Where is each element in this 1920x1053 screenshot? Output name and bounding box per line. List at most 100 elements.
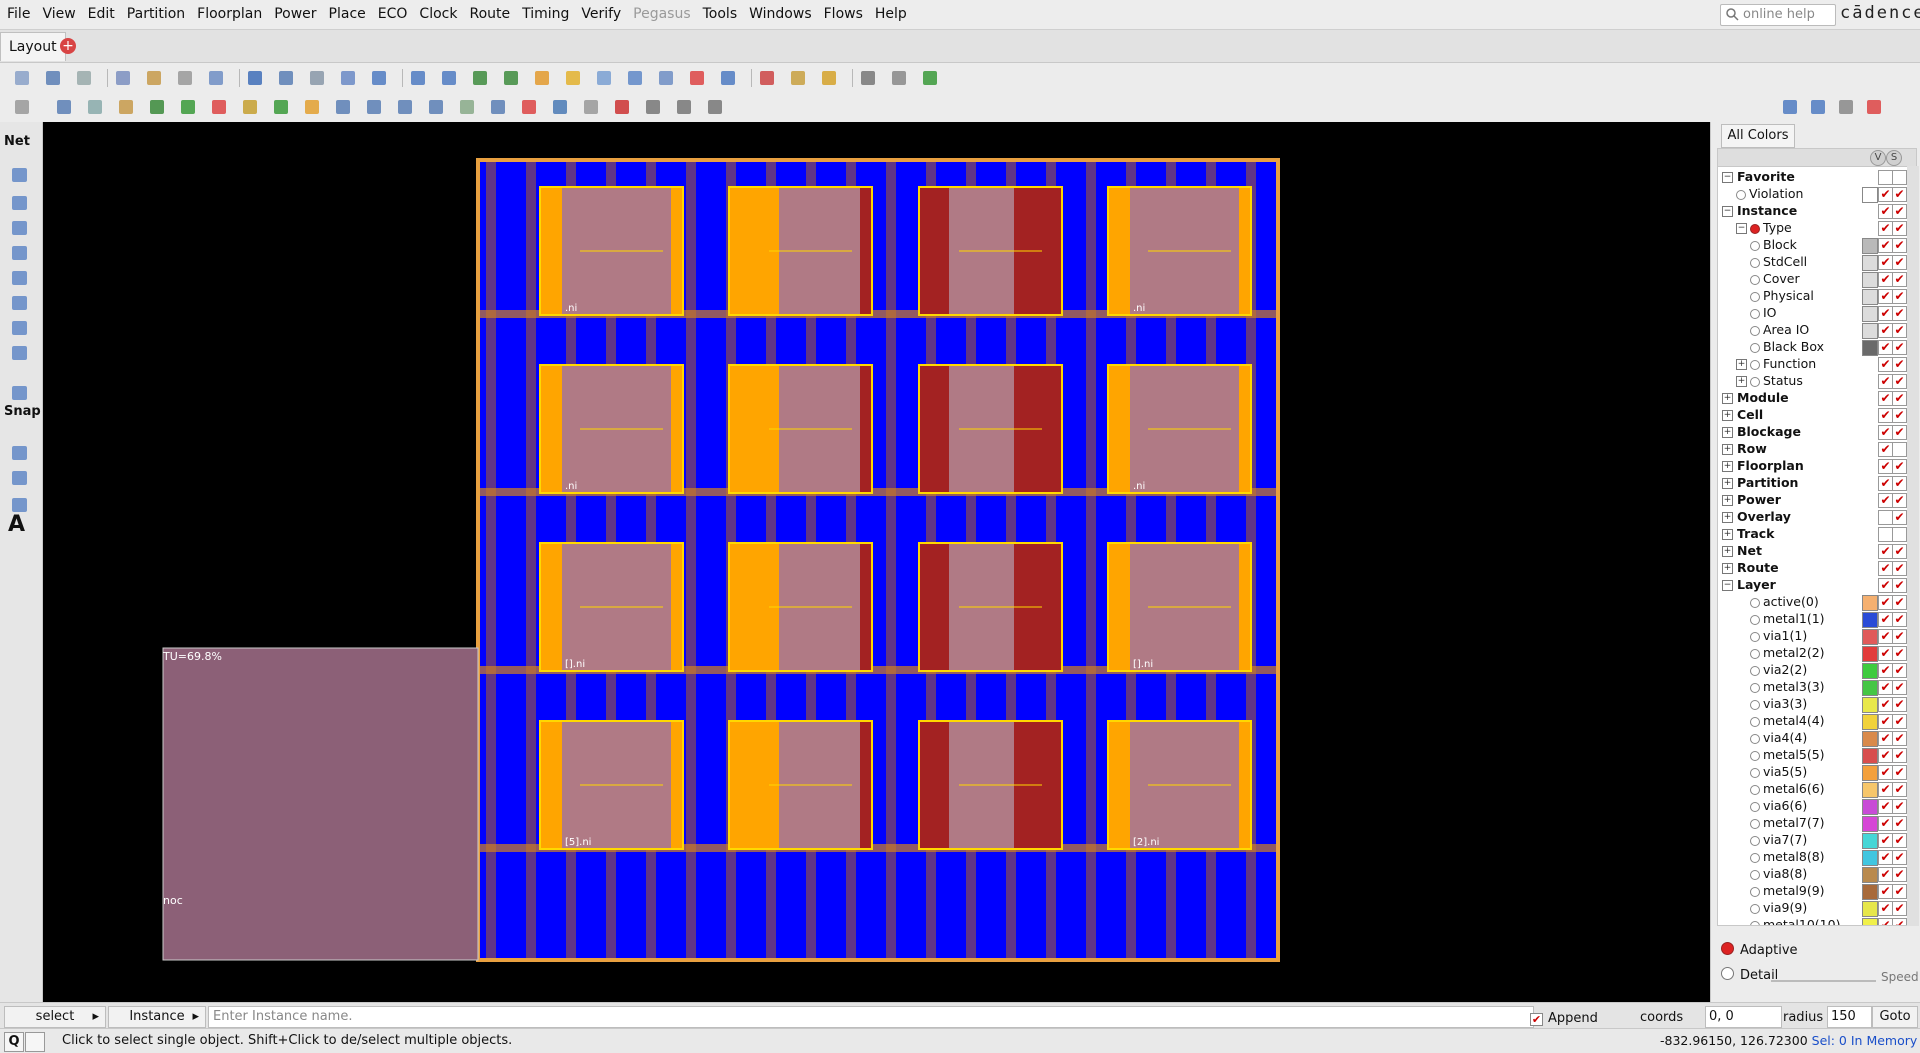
radius-field[interactable]: 150 xyxy=(1827,1006,1872,1028)
layer-tree-row[interactable]: + Overlay ✔ xyxy=(1718,509,1908,526)
instance-name-input[interactable]: Enter Instance name. xyxy=(208,1006,1534,1028)
visible-checkbox[interactable] xyxy=(1878,510,1893,525)
layer-radio[interactable] xyxy=(1750,258,1760,268)
layer-tree-row[interactable]: active(0) ✔ ✔ xyxy=(1718,594,1908,611)
tab-layout[interactable]: Layout xyxy=(0,32,66,61)
palette-tool-icon[interactable] xyxy=(8,382,32,404)
layer-tree-row[interactable]: + Status ✔ ✔ xyxy=(1718,373,1908,390)
toolbar-icon[interactable] xyxy=(85,97,105,117)
layer-color-swatch[interactable] xyxy=(1862,289,1878,305)
selectable-checkbox[interactable]: ✔ xyxy=(1892,306,1907,321)
visible-checkbox[interactable]: ✔ xyxy=(1878,578,1893,593)
layer-tree-row[interactable]: metal1(1) ✔ ✔ xyxy=(1718,611,1908,628)
selectable-checkbox[interactable]: ✔ xyxy=(1892,748,1907,763)
toolbar-icon[interactable] xyxy=(625,68,645,88)
layer-tree-row[interactable]: Cover ✔ ✔ xyxy=(1718,271,1908,288)
palette-tool-icon[interactable] xyxy=(8,217,32,239)
selectable-checkbox[interactable]: ✔ xyxy=(1892,510,1907,525)
toolbar-icon[interactable] xyxy=(612,97,632,117)
selectable-checkbox[interactable]: ✔ xyxy=(1892,646,1907,661)
layer-radio[interactable] xyxy=(1750,887,1760,897)
layer-tree-row[interactable]: StdCell ✔ ✔ xyxy=(1718,254,1908,271)
layer-radio[interactable] xyxy=(1750,360,1760,370)
toolbar-icon[interactable] xyxy=(426,97,446,117)
expand-icon[interactable]: + xyxy=(1722,410,1733,421)
toolbar-icon[interactable] xyxy=(757,68,777,88)
layer-color-swatch[interactable] xyxy=(1862,867,1878,883)
visible-checkbox[interactable]: ✔ xyxy=(1878,238,1893,253)
layer-tree-row[interactable]: + Cell ✔ ✔ xyxy=(1718,407,1908,424)
layer-color-swatch[interactable] xyxy=(1862,663,1878,679)
toolbar-icon[interactable] xyxy=(395,97,415,117)
palette-tool-icon[interactable] xyxy=(8,242,32,264)
layer-radio[interactable] xyxy=(1750,836,1760,846)
layer-color-swatch[interactable] xyxy=(1862,187,1878,203)
visible-checkbox[interactable] xyxy=(1878,170,1893,185)
menu-place[interactable]: Place xyxy=(322,0,371,29)
layer-tree-row[interactable]: metal6(6) ✔ ✔ xyxy=(1718,781,1908,798)
collapse-icon[interactable]: − xyxy=(1722,580,1733,591)
layer-radio[interactable] xyxy=(1750,921,1760,925)
layer-tree-row[interactable]: − Type ✔ ✔ xyxy=(1718,220,1908,237)
visible-checkbox[interactable]: ✔ xyxy=(1878,425,1893,440)
layer-color-swatch[interactable] xyxy=(1862,731,1878,747)
layer-tree-row[interactable]: metal9(9) ✔ ✔ xyxy=(1718,883,1908,900)
selectable-checkbox[interactable]: ✔ xyxy=(1892,782,1907,797)
visible-checkbox[interactable]: ✔ xyxy=(1878,697,1893,712)
layer-color-swatch[interactable] xyxy=(1862,765,1878,781)
layer-radio[interactable] xyxy=(1750,904,1760,914)
query-button[interactable]: Q xyxy=(4,1032,24,1052)
toolbar-icon[interactable] xyxy=(920,68,940,88)
toolbar-icon[interactable] xyxy=(1864,97,1884,117)
toolbar-icon[interactable] xyxy=(439,68,459,88)
selectable-checkbox[interactable]: ✔ xyxy=(1892,561,1907,576)
layer-tree-row[interactable]: + Power ✔ ✔ xyxy=(1718,492,1908,509)
layout-canvas[interactable]: .ni .ni .ni .ni [].ni [].ni [5].ni [2].ni TU=69… xyxy=(43,122,1710,1002)
visible-checkbox[interactable]: ✔ xyxy=(1878,255,1893,270)
layer-tree-row[interactable]: − Favorite xyxy=(1718,169,1908,186)
selectable-checkbox[interactable]: ✔ xyxy=(1892,578,1907,593)
menu-timing[interactable]: Timing xyxy=(515,0,574,29)
selectable-checkbox[interactable]: ✔ xyxy=(1892,238,1907,253)
layer-radio[interactable] xyxy=(1750,309,1760,319)
selectable-checkbox[interactable]: ✔ xyxy=(1892,697,1907,712)
toolbar-icon[interactable] xyxy=(209,97,229,117)
layer-tree-row[interactable]: via2(2) ✔ ✔ xyxy=(1718,662,1908,679)
menu-flows[interactable]: Flows xyxy=(817,0,868,29)
toolbar-icon[interactable] xyxy=(643,97,663,117)
layer-radio[interactable] xyxy=(1750,768,1760,778)
expand-icon[interactable]: + xyxy=(1722,495,1733,506)
selectable-checkbox[interactable]: ✔ xyxy=(1892,816,1907,831)
toolbar-icon[interactable] xyxy=(276,68,296,88)
menu-edit[interactable]: Edit xyxy=(81,0,120,29)
palette-tool-icon[interactable] xyxy=(8,292,32,314)
collapse-icon[interactable]: − xyxy=(1736,223,1747,234)
visible-checkbox[interactable]: ✔ xyxy=(1878,833,1893,848)
selectable-checkbox[interactable]: ✔ xyxy=(1892,187,1907,202)
append-checkbox[interactable]: ✔ Append xyxy=(1530,1011,1598,1026)
selectable-checkbox[interactable]: ✔ xyxy=(1892,901,1907,916)
visible-checkbox[interactable]: ✔ xyxy=(1878,289,1893,304)
toolbar-icon[interactable] xyxy=(338,68,358,88)
layer-tree-row[interactable]: via1(1) ✔ ✔ xyxy=(1718,628,1908,645)
layer-radio[interactable] xyxy=(1750,326,1760,336)
menu-verify[interactable]: Verify xyxy=(574,0,626,29)
selectable-checkbox[interactable]: ✔ xyxy=(1892,612,1907,627)
toolbar-icon[interactable] xyxy=(271,97,291,117)
visible-checkbox[interactable]: ✔ xyxy=(1878,408,1893,423)
layer-tree-row[interactable]: + Function ✔ ✔ xyxy=(1718,356,1908,373)
visible-checkbox[interactable]: ✔ xyxy=(1878,391,1893,406)
layer-tree-row[interactable]: metal8(8) ✔ ✔ xyxy=(1718,849,1908,866)
layer-tree-row[interactable]: + Blockage ✔ ✔ xyxy=(1718,424,1908,441)
toolbar-icon[interactable] xyxy=(488,97,508,117)
layer-tree-row[interactable]: via5(5) ✔ ✔ xyxy=(1718,764,1908,781)
expand-icon[interactable]: + xyxy=(1722,393,1733,404)
toolbar-icon[interactable] xyxy=(113,68,133,88)
selectable-checkbox[interactable] xyxy=(1892,442,1907,457)
layer-tree-row[interactable]: − Instance ✔ ✔ xyxy=(1718,203,1908,220)
layer-color-swatch[interactable] xyxy=(1862,646,1878,662)
selectable-checkbox[interactable]: ✔ xyxy=(1892,799,1907,814)
selectable-checkbox[interactable] xyxy=(1892,527,1907,542)
palette-tool-icon[interactable] xyxy=(8,442,32,464)
toolbar-icon[interactable] xyxy=(245,68,265,88)
